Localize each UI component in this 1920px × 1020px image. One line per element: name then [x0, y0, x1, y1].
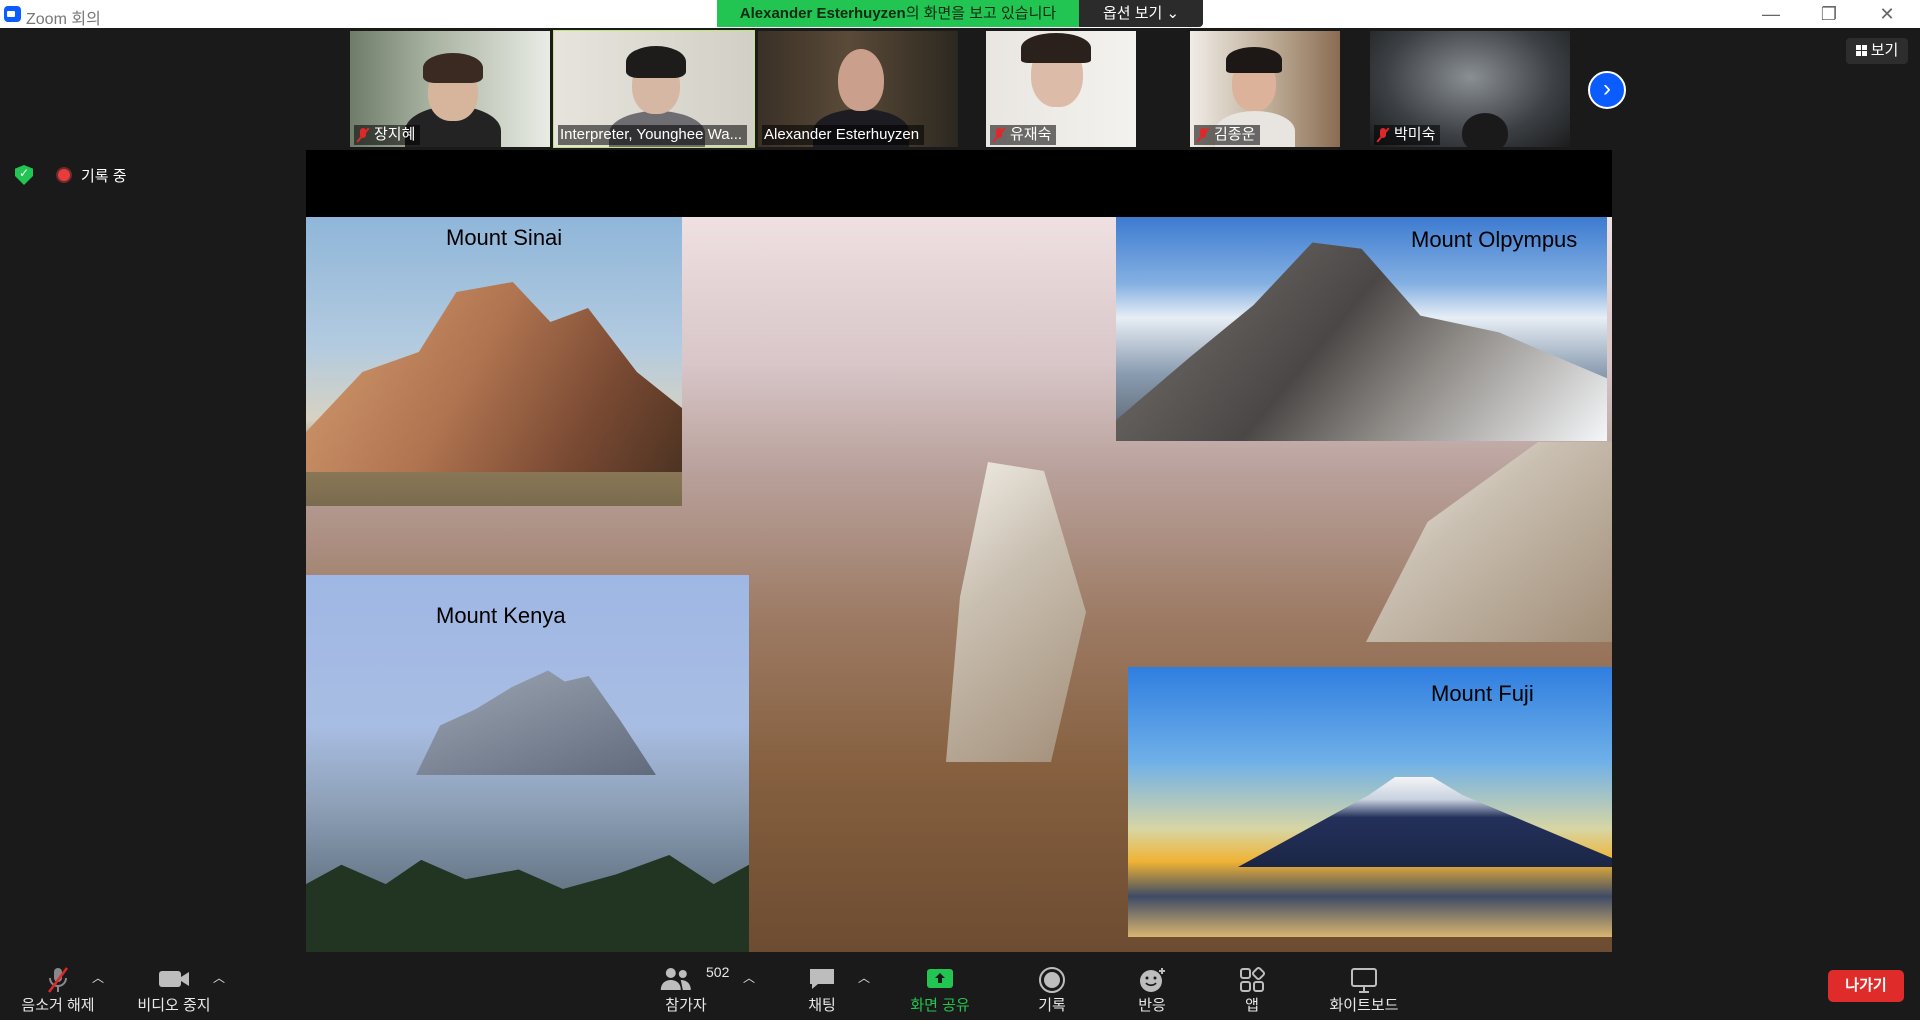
photo-caption: Mount Fuji — [1431, 681, 1534, 706]
treeline — [306, 855, 749, 952]
participant-name-tag: 장지혜 — [354, 125, 421, 145]
record-icon — [1039, 967, 1065, 993]
mic-muted-icon — [1196, 127, 1210, 143]
background-rock — [1366, 442, 1612, 642]
mic-off-icon — [48, 967, 68, 993]
apps-button[interactable]: 앱 — [1212, 952, 1292, 1020]
gallery-grid-icon — [1855, 45, 1867, 56]
mount-kenya-photo: Mount Kenya — [306, 575, 749, 952]
participant-name-tag: Alexander Esterhuyzen — [762, 125, 925, 145]
participant-video[interactable]: Alexander Esterhuyzen — [758, 31, 958, 147]
participants-icon — [660, 968, 691, 990]
mountain-shape — [1116, 242, 1607, 441]
restore-button[interactable]: ❐ — [1806, 2, 1852, 26]
mountain-shape — [306, 282, 682, 472]
mount-sinai-photo: Mount Sinai — [306, 217, 682, 506]
participant-video[interactable]: Interpreter, Younghee Wa... — [553, 30, 755, 148]
chat-bubble-icon — [810, 969, 834, 989]
reactions-button[interactable]: 반응 — [1112, 952, 1192, 1020]
participant-video[interactable]: 유재숙 — [986, 31, 1136, 147]
view-button[interactable]: 보기 — [1846, 38, 1908, 64]
zoom-logo-icon — [4, 6, 21, 22]
mic-muted-icon — [356, 127, 370, 143]
video-options-caret[interactable]: ︿ — [213, 969, 225, 986]
shared-screen: Mount Sinai Mount Olpympus Mount Kenya M… — [306, 150, 1612, 952]
photo-caption: Mount Sinai — [446, 225, 563, 250]
participants-button[interactable]: 502 참가자 — [646, 952, 730, 1020]
slide: Mount Sinai Mount Olpympus Mount Kenya M… — [306, 217, 1612, 952]
video-camera-icon — [159, 971, 189, 987]
unmute-button[interactable]: 음소거 해제 — [10, 952, 106, 1020]
mountain-shape — [416, 670, 656, 775]
participant-name-tag: 유재숙 — [990, 125, 1057, 145]
mountain-shape — [1238, 777, 1612, 867]
participants-options-caret[interactable]: ︿ — [743, 969, 755, 986]
whiteboard-button[interactable]: 화이트보드 — [1312, 952, 1416, 1020]
background-rock — [946, 462, 1086, 762]
presenter-name: Alexander Esterhuyzen — [739, 5, 906, 22]
security-shield-icon[interactable] — [15, 165, 33, 185]
participant-count: 502 — [706, 964, 730, 980]
share-screen-button[interactable]: 화면 공유 — [900, 952, 980, 1020]
meeting-toolbar: 음소거 해제 ︿ 비디오 중지 ︿ 502 참가자 ︿ 채팅 ︿ 화면 공유 기… — [0, 952, 1920, 1020]
participant-video[interactable]: 박미숙 — [1370, 31, 1570, 147]
apps-icon — [1240, 966, 1266, 992]
leave-button[interactable]: 나가기 — [1828, 970, 1904, 1002]
participant-name-tag: 김종운 — [1194, 125, 1261, 145]
mic-muted-icon — [1376, 127, 1390, 143]
view-options-button[interactable]: 옵션 보기 ⌄ — [1079, 0, 1203, 27]
smiley-icon — [1140, 968, 1165, 992]
record-button[interactable]: 기록 — [1012, 952, 1092, 1020]
title-bar: Zoom 회의 Alexander Esterhuyzen의 화면을 보고 있습… — [0, 0, 1920, 28]
next-page-button[interactable]: › — [1588, 71, 1626, 109]
chat-button[interactable]: 채팅 — [782, 952, 862, 1020]
participant-name-tag: Interpreter, Younghee Wa... — [558, 125, 748, 145]
recording-icon — [58, 169, 70, 181]
participant-video[interactable]: 장지혜 — [350, 31, 550, 147]
mount-olympus-photo: Mount Olpympus — [1116, 217, 1607, 441]
mic-muted-icon — [992, 127, 1006, 143]
share-banner-suffix: 의 화면을 보고 있습니다 — [905, 5, 1057, 22]
window-title: Zoom 회의 — [26, 11, 101, 28]
photo-caption: Mount Kenya — [436, 603, 566, 628]
audio-options-caret[interactable]: ︿ — [92, 969, 104, 986]
photo-caption: Mount Olpympus — [1411, 227, 1578, 252]
recording-status: 기록 중 — [81, 168, 127, 185]
close-button[interactable]: ✕ — [1864, 2, 1910, 26]
participant-name-tag: 박미숙 — [1374, 125, 1441, 145]
screen-share-banner: Alexander Esterhuyzen의 화면을 보고 있습니다 — [717, 0, 1079, 27]
participant-video[interactable]: 김종운 — [1190, 31, 1340, 147]
mount-fuji-photo: Mount Fuji — [1128, 667, 1612, 937]
minimize-button[interactable]: — — [1748, 2, 1794, 26]
whiteboard-icon — [1351, 968, 1377, 993]
stop-video-button[interactable]: 비디오 중지 — [126, 952, 222, 1020]
chat-options-caret[interactable]: ︿ — [858, 969, 870, 986]
share-screen-icon — [927, 969, 953, 988]
